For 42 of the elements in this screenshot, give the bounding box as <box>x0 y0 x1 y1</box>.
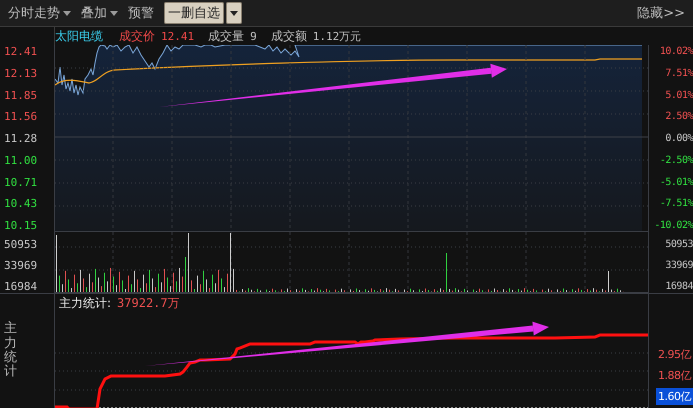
volume-label: 成交量 <box>208 28 244 44</box>
stats-label: 主力统计: <box>59 296 112 310</box>
percent-label: -10.02% <box>654 219 693 232</box>
volume-label: 50953 <box>665 238 693 251</box>
price-label: 11.00 <box>4 154 38 167</box>
price-label: 12.41 <box>4 45 38 58</box>
price-label: 10.71 <box>4 176 38 188</box>
percent-label: 10.02% <box>660 45 693 58</box>
percent-label: 7.51% <box>665 66 693 80</box>
volume-label: 16984 <box>665 280 693 293</box>
price-label: 11.85 <box>4 88 38 102</box>
percent-label: -2.50% <box>660 154 693 167</box>
percent-label: 5.01% <box>665 88 693 102</box>
dropdown-button[interactable]: 分时走势 <box>8 4 71 22</box>
volume-value: 9 <box>250 30 257 42</box>
stock-name: 太阳电缆 <box>55 28 103 44</box>
volume-label: 33969 <box>4 259 38 272</box>
price-label: 11.28 <box>4 132 38 145</box>
price-label: 成交价 <box>119 28 155 44</box>
amount-label: 成交额 <box>270 28 307 44</box>
price-label: 12.13 <box>4 66 38 80</box>
toolbar-button[interactable]: 一删自选 <box>164 2 224 24</box>
amount-label: 1.88亿 <box>657 368 692 384</box>
volume-label: 16984 <box>4 280 38 293</box>
price-label: 11.56 <box>4 110 38 124</box>
percent-label: 0.00% <box>665 132 693 145</box>
dropdown-button[interactable]: 叠加 <box>81 4 118 22</box>
price-label: 10.15 <box>4 219 38 232</box>
panel-title: 主力统计 <box>4 322 17 380</box>
amount-label: 1.60亿 <box>656 388 693 405</box>
volume-label: 50953 <box>4 238 38 251</box>
toolbar-button[interactable]: 预警 <box>128 4 154 22</box>
amount-label: 2.95亿 <box>657 347 692 363</box>
volume-label: 33969 <box>665 259 693 272</box>
price-value: 12.41 <box>161 30 194 42</box>
price-label: 10.43 <box>4 197 38 210</box>
percent-label: 2.50% <box>665 110 693 124</box>
percent-label: -7.51% <box>660 197 693 210</box>
stats-value: 37922.7万 <box>117 296 180 310</box>
amount-value: 1.12万元 <box>312 28 362 44</box>
percent-label: -5.01% <box>660 176 693 188</box>
hide-link[interactable]: 隐藏>> <box>637 4 685 22</box>
